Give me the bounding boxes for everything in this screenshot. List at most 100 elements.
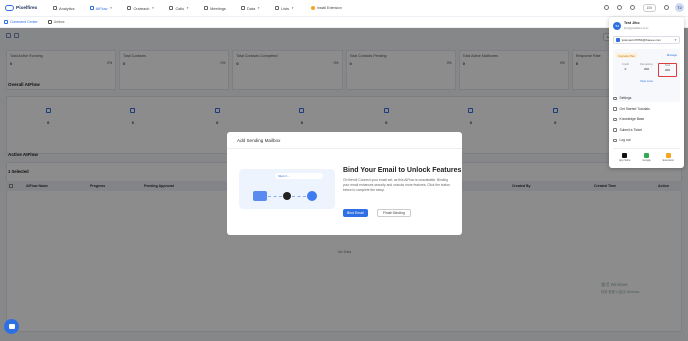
- bind-email-description: Oh friend! Connect your email set, as th…: [343, 178, 451, 192]
- finish-binding-button[interactable]: Finish Binding: [377, 209, 411, 217]
- main-nav: Analytics AIFlow ▼ Outreach ▼ Calls ▼ Meeti…: [53, 6, 342, 11]
- logo-text: Pixelfirex: [16, 5, 38, 11]
- manage-plan-link[interactable]: Manage: [667, 53, 677, 57]
- send-icon: [127, 6, 132, 10]
- avatar[interactable]: TJ: [675, 3, 684, 12]
- menu-settings[interactable]: Settings: [613, 93, 680, 104]
- app-store-link[interactable]: App Store: [618, 152, 631, 162]
- top-right-tools: 100 TJ: [596, 3, 684, 12]
- total-value: 200: [664, 68, 670, 72]
- plan-badge[interactable]: Upgrade Plan: [616, 53, 638, 58]
- nav-label: Analytics: [59, 5, 75, 11]
- flow-icon: [89, 6, 94, 10]
- link-icon: [283, 192, 291, 200]
- ticket-icon: [613, 128, 617, 132]
- divider: [227, 148, 462, 149]
- remaining-label: Remaining: [640, 63, 653, 66]
- plan-credits: Credit 0 Remaining 200 Total 200: [616, 63, 677, 77]
- app-links: App Store Google Extension: [613, 152, 680, 162]
- google-play-link[interactable]: Google: [642, 152, 651, 162]
- extension-label: Install Extension: [317, 6, 342, 10]
- doc-icon: [613, 117, 617, 121]
- nav-label: Meetings: [210, 5, 226, 11]
- phone-icon: [169, 6, 174, 10]
- menu-submit-ticket[interactable]: Submit a Ticket: [613, 125, 680, 136]
- phone-icon[interactable]: [603, 5, 609, 10]
- nav-label: Data: [246, 5, 256, 11]
- app-label: Google: [642, 159, 651, 162]
- nav-lists[interactable]: Lists ▼: [275, 6, 294, 11]
- illustration-url: https://...: [278, 174, 290, 178]
- bind-email-heading: Bind Your Email to Unlock Features: [343, 167, 462, 174]
- user-name: Test Jiho: [624, 21, 640, 25]
- modal-title: Add Sending Mailbox: [237, 138, 281, 143]
- nav-meetings[interactable]: Meetings: [204, 6, 226, 11]
- nav-label: Calls: [175, 5, 185, 11]
- install-extension-link[interactable]: Install Extension: [311, 6, 342, 10]
- chevron-down-icon: ▼: [674, 38, 677, 42]
- browser-url-bar: https://...: [275, 173, 323, 179]
- tab-label: Unibox: [53, 20, 65, 24]
- nav-data[interactable]: Data ▼: [240, 5, 261, 11]
- menu-label: Get Started Tutorials: [619, 106, 650, 111]
- app-logo[interactable]: Pixelfirex: [5, 5, 47, 11]
- profile-dropdown: TJ Test Jiho jiho@pixelfirex.com jiolexp…: [609, 17, 684, 168]
- bell-icon[interactable]: [616, 5, 622, 10]
- total-label: Total: [664, 64, 671, 67]
- chevron-down-icon: ▼: [291, 6, 295, 10]
- chrome-icon: [665, 153, 671, 158]
- database-icon: [240, 6, 245, 10]
- bind-email-illustration: https://...: [239, 169, 335, 209]
- remaining-value: 200: [643, 67, 649, 71]
- total-column: Total 200: [658, 63, 677, 77]
- gear-icon: [613, 96, 617, 100]
- credit-value: 0: [624, 67, 627, 71]
- user-email: jiho@pixelfirex.com: [624, 26, 649, 30]
- app-root: Pixelfirex Analytics AIFlow ▼ Outreach ▼ C…: [0, 0, 688, 341]
- extension-link[interactable]: Extension: [663, 152, 674, 162]
- connector-line: [268, 196, 282, 197]
- remaining-column: Remaining 200: [637, 63, 656, 77]
- nav-label: Outreach: [133, 5, 150, 11]
- menu-label: Submit a Ticket: [619, 127, 643, 132]
- nav-aiflow[interactable]: AIFlow ▼: [89, 5, 113, 11]
- bind-email-button[interactable]: Bind Email: [343, 209, 368, 217]
- chevron-down-icon: ▼: [257, 6, 261, 10]
- inbox-icon: [47, 20, 52, 24]
- mailbox-icon: [307, 191, 317, 201]
- profile-menu: Settings Get Started Tutorials Knowledge…: [613, 93, 680, 146]
- credits-pill[interactable]: 100: [642, 3, 656, 12]
- google-play-icon: [644, 153, 650, 158]
- gift-icon[interactable]: [664, 5, 669, 10]
- tab-command-center[interactable]: Command Center: [4, 20, 38, 24]
- menu-label: Settings: [619, 96, 632, 101]
- nav-label: Lists: [281, 5, 290, 11]
- account-selector[interactable]: jiolexport47653@lhaoee.com ▼: [613, 36, 680, 44]
- menu-knowledge-base[interactable]: Knowledge Base: [613, 114, 680, 125]
- menu-logout[interactable]: Log out: [613, 135, 680, 146]
- mail-icon: [253, 191, 267, 201]
- apple-icon: [622, 153, 628, 158]
- chat-icon: [8, 324, 15, 329]
- tab-unibox[interactable]: Unibox: [47, 20, 65, 24]
- help-icon[interactable]: [629, 5, 635, 10]
- menu-label: Log out: [619, 138, 631, 143]
- chart-icon: [53, 6, 57, 10]
- nav-calls[interactable]: Calls ▼: [169, 6, 189, 11]
- app-label: App Store: [618, 159, 631, 162]
- book-icon: [613, 107, 617, 111]
- divider: [613, 148, 680, 149]
- menu-tutorials[interactable]: Get Started Tutorials: [613, 104, 680, 115]
- nav-outreach[interactable]: Outreach ▼: [127, 6, 154, 11]
- list-icon: [275, 6, 280, 10]
- chrome-icon: [311, 6, 316, 10]
- connector-line: [292, 196, 306, 197]
- chevron-down-icon: ▼: [186, 6, 190, 10]
- view-more-link[interactable]: View more: [613, 79, 680, 83]
- menu-label: Knowledge Base: [619, 117, 645, 122]
- chat-launcher-button[interactable]: [4, 319, 19, 334]
- mail-icon: [616, 38, 620, 42]
- chevron-down-icon: ▼: [109, 6, 113, 10]
- nav-label: AIFlow: [95, 5, 108, 11]
- nav-analytics[interactable]: Analytics: [53, 6, 75, 11]
